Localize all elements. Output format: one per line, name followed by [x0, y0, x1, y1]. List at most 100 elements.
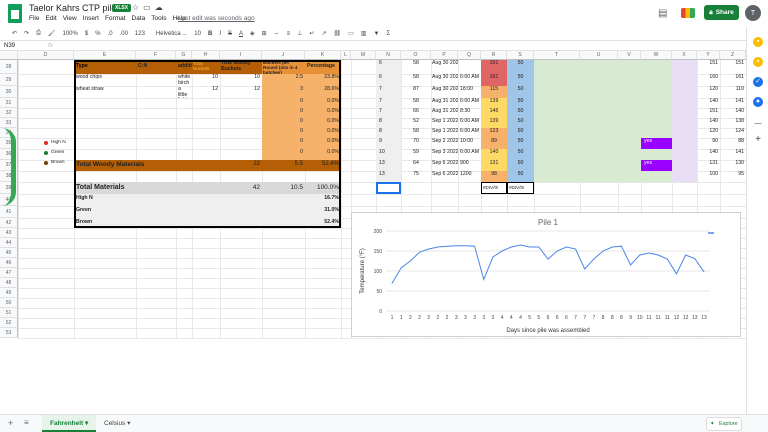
menu-view[interactable]: View [63, 15, 77, 22]
share-button[interactable]: 🔒︎ Share [704, 5, 739, 20]
star-icon[interactable]: ☆ [132, 3, 143, 12]
last-edit-link[interactable]: Last edit was seconds ago [178, 15, 255, 22]
column-header-x[interactable]: X [672, 51, 697, 60]
number-format-select[interactable]: 123 [135, 31, 145, 37]
meet-icon[interactable] [681, 8, 695, 18]
row-header-48[interactable]: 48 [0, 278, 18, 288]
cloud-status-icon[interactable]: ☁ [155, 3, 167, 12]
calendar-icon[interactable]: ▪ [753, 37, 763, 47]
undo-icon[interactable]: ↶ [12, 30, 17, 37]
column-header-z[interactable]: Z [720, 51, 746, 60]
column-header-p[interactable]: P [431, 51, 458, 60]
borders-icon[interactable]: ⊞ [262, 30, 267, 37]
row-header-41[interactable]: 41 [0, 206, 18, 218]
bold-button[interactable]: B [208, 31, 212, 37]
row-header-42[interactable]: 42 [0, 218, 18, 228]
menu-data[interactable]: Data [132, 15, 146, 22]
row-header-53[interactable]: 53 [0, 328, 18, 338]
strikethrough-button[interactable]: S [228, 31, 232, 37]
column-header-u[interactable]: U [580, 51, 618, 60]
row-header-45[interactable]: 45 [0, 248, 18, 258]
insert-comment-icon[interactable]: ▭ [348, 30, 354, 37]
menu-tools[interactable]: Tools [151, 15, 166, 22]
column-header-h[interactable]: H [192, 51, 220, 60]
italic-button[interactable]: I [219, 31, 221, 37]
add-ons-icon[interactable]: + [753, 135, 763, 145]
text-color-button[interactable]: A [239, 31, 243, 37]
redo-icon[interactable]: ↷ [24, 30, 29, 37]
column-header-i[interactable]: I [220, 51, 262, 60]
row-header-46[interactable]: 46 [0, 258, 18, 268]
select-all-corner[interactable] [0, 51, 18, 60]
row-header-28[interactable]: 28 [0, 60, 18, 74]
explore-button[interactable]: ✦ Explore [706, 417, 742, 431]
column-header-n[interactable]: N [376, 51, 401, 60]
column-header-t[interactable]: T [534, 51, 580, 60]
column-header-f[interactable]: F [136, 51, 176, 60]
increase-decimal-button[interactable]: .00 [120, 31, 128, 37]
all-sheets-icon[interactable]: ≡ [24, 418, 29, 427]
percent-format-button[interactable]: % [95, 31, 100, 37]
column-header-d[interactable]: D [18, 51, 74, 60]
insert-link-icon[interactable]: ⛓︎ [333, 30, 341, 37]
name-box[interactable]: N39 [4, 43, 15, 49]
tab-celsius[interactable]: Celsius ▾ [98, 415, 136, 432]
row-header-30[interactable]: 30 [0, 86, 18, 98]
row-header-31[interactable]: 31 [0, 98, 18, 108]
zoom-select[interactable]: 100% [63, 31, 78, 37]
text-wrap-icon[interactable]: ↵ [309, 30, 314, 37]
align-left-icon[interactable]: ≡ [287, 31, 291, 37]
row-header-44[interactable]: 44 [0, 238, 18, 248]
column-header-s[interactable]: S [507, 51, 534, 60]
column-header-m[interactable]: M [351, 51, 376, 60]
column-header-j[interactable]: J [262, 51, 305, 60]
row-header-32[interactable]: 32 [0, 108, 18, 118]
menu-edit[interactable]: Edit [45, 15, 56, 22]
comment-history-icon[interactable]: ▤ [658, 8, 667, 19]
row-header-50[interactable]: 50 [0, 298, 18, 308]
row-header-29[interactable]: 29 [0, 74, 18, 86]
column-header-o[interactable]: O [401, 51, 431, 60]
column-header-r[interactable]: R [481, 51, 507, 60]
currency-format-button[interactable]: $ [85, 31, 88, 37]
row-header-43[interactable]: 43 [0, 228, 18, 238]
row-header-47[interactable]: 47 [0, 268, 18, 278]
row-header-33[interactable]: 33 [0, 118, 18, 128]
move-folder-icon[interactable]: ▭ [143, 3, 155, 12]
column-header-e[interactable]: E [74, 51, 136, 60]
paint-format-icon[interactable]: 🖌︎ [48, 30, 56, 37]
merge-cells-icon[interactable]: ⇔ [274, 31, 280, 37]
menu-file[interactable]: File [29, 15, 39, 22]
column-header-v[interactable]: V [618, 51, 641, 60]
valign-icon[interactable]: ⊥ [297, 30, 302, 37]
avatar[interactable]: T [745, 5, 761, 21]
sheets-logo-icon[interactable] [8, 4, 22, 23]
column-header-y[interactable]: Y [697, 51, 720, 60]
print-icon[interactable]: ⎙ [36, 30, 41, 37]
add-sheet-icon[interactable]: + [8, 418, 13, 428]
column-header-w[interactable]: W [641, 51, 672, 60]
column-header-q[interactable]: Q [458, 51, 481, 60]
column-header-g[interactable]: G [176, 51, 192, 60]
filter-icon[interactable]: ▼ [373, 31, 379, 37]
menu-insert[interactable]: Insert [83, 15, 99, 22]
insert-chart-icon[interactable]: ▥ [361, 30, 367, 37]
column-header-l[interactable]: L [341, 51, 351, 60]
document-title[interactable]: Taelor Kahrs CTP pile 2 [29, 3, 124, 13]
font-select[interactable]: Helvetica ... [156, 31, 187, 37]
font-size-select[interactable]: 10 [194, 31, 201, 37]
keep-icon[interactable]: ▪ [753, 57, 763, 67]
row-header-49[interactable]: 49 [0, 288, 18, 298]
fill-color-icon[interactable]: ◈ [250, 30, 255, 37]
contacts-icon[interactable]: ● [753, 97, 763, 107]
line-chart[interactable]: Pile 1 0 50 100 150 200 1 1 2 2 2 2 2 3 3 3 3 3 4 4 4 5 5 6 6 6 7 7… [351, 212, 741, 337]
tab-fahrenheit[interactable]: Fahrenheit ▾ [42, 415, 97, 432]
tasks-icon[interactable]: ✓ [753, 77, 763, 87]
menu-format[interactable]: Format [105, 15, 126, 22]
functions-icon[interactable]: Σ [386, 31, 390, 37]
decrease-decimal-button[interactable]: .0 [108, 31, 113, 37]
row-header-52[interactable]: 52 [0, 318, 18, 328]
row-header-51[interactable]: 51 [0, 308, 18, 318]
text-rotate-icon[interactable]: ↗ [321, 30, 326, 37]
column-header-k[interactable]: K [305, 51, 341, 60]
